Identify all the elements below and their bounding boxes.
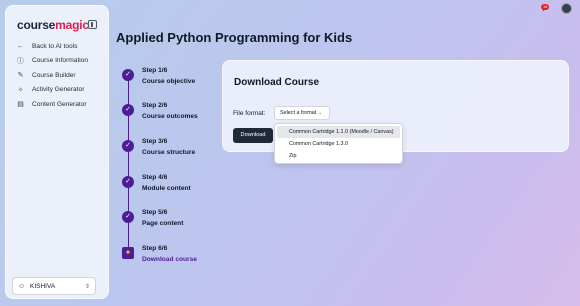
activity-icon: ✧	[17, 86, 24, 94]
header-actions: ♪14	[541, 3, 572, 14]
check-icon: ✓	[122, 211, 134, 223]
sidebar-item-activity-generator[interactable]: ✧ Activity Generator	[16, 83, 106, 98]
sidebar-item-back[interactable]: ← Back to AI tools	[16, 39, 106, 54]
check-icon: ✓	[122, 140, 134, 152]
chevron-updown-icon: ⇕	[84, 283, 90, 290]
avatar[interactable]	[561, 3, 572, 14]
sidebar-item-content-generator[interactable]: ▤ Content Generator	[16, 97, 106, 112]
notification-badge: 14	[541, 3, 550, 10]
sidebar: coursemagic ← Back to AI tools ⓘ Course …	[5, 5, 109, 299]
chevron-down-icon: ⌄	[318, 110, 323, 115]
option-zip[interactable]: Zip	[277, 150, 400, 162]
file-format-dropdown: Common Cartridge 1.1.0 (Moodle / Canvas)…	[274, 123, 403, 164]
sparkle-icon: ✦	[122, 247, 134, 259]
document-icon: ▤	[17, 101, 24, 109]
option-common-cartridge-130[interactable]: Common Cartridge 1.3.0	[277, 138, 400, 150]
user-icon: ☺	[18, 282, 26, 290]
wand-icon: ✎	[17, 72, 24, 80]
card-title: Download Course	[234, 77, 320, 88]
info-icon: ⓘ	[17, 57, 24, 65]
sidebar-item-course-builder[interactable]: ✎ Course Builder	[16, 68, 106, 83]
arrow-left-icon: ←	[17, 42, 24, 50]
notification-bell-icon[interactable]: ♪14	[541, 3, 552, 14]
user-menu[interactable]: ☺ KISHIVA ⇕	[12, 277, 96, 295]
check-icon: ✓	[122, 176, 134, 188]
page-title: Applied Python Programming for Kids	[116, 30, 353, 45]
check-icon: ✓	[122, 69, 134, 81]
file-format-label: File format:	[233, 110, 266, 117]
logo[interactable]: coursemagic	[17, 18, 89, 32]
collapse-sidebar-icon[interactable]	[88, 20, 97, 29]
file-format-select[interactable]: Select a format ⌄	[274, 106, 330, 120]
option-common-cartridge-110[interactable]: Common Cartridge 1.1.0 (Moodle / Canvas)	[277, 126, 400, 138]
sidebar-item-course-information[interactable]: ⓘ Course Information	[16, 54, 106, 69]
sidebar-nav: ← Back to AI tools ⓘ Course Information …	[16, 39, 106, 112]
check-icon: ✓	[122, 104, 134, 116]
download-button[interactable]: Download	[233, 128, 273, 143]
